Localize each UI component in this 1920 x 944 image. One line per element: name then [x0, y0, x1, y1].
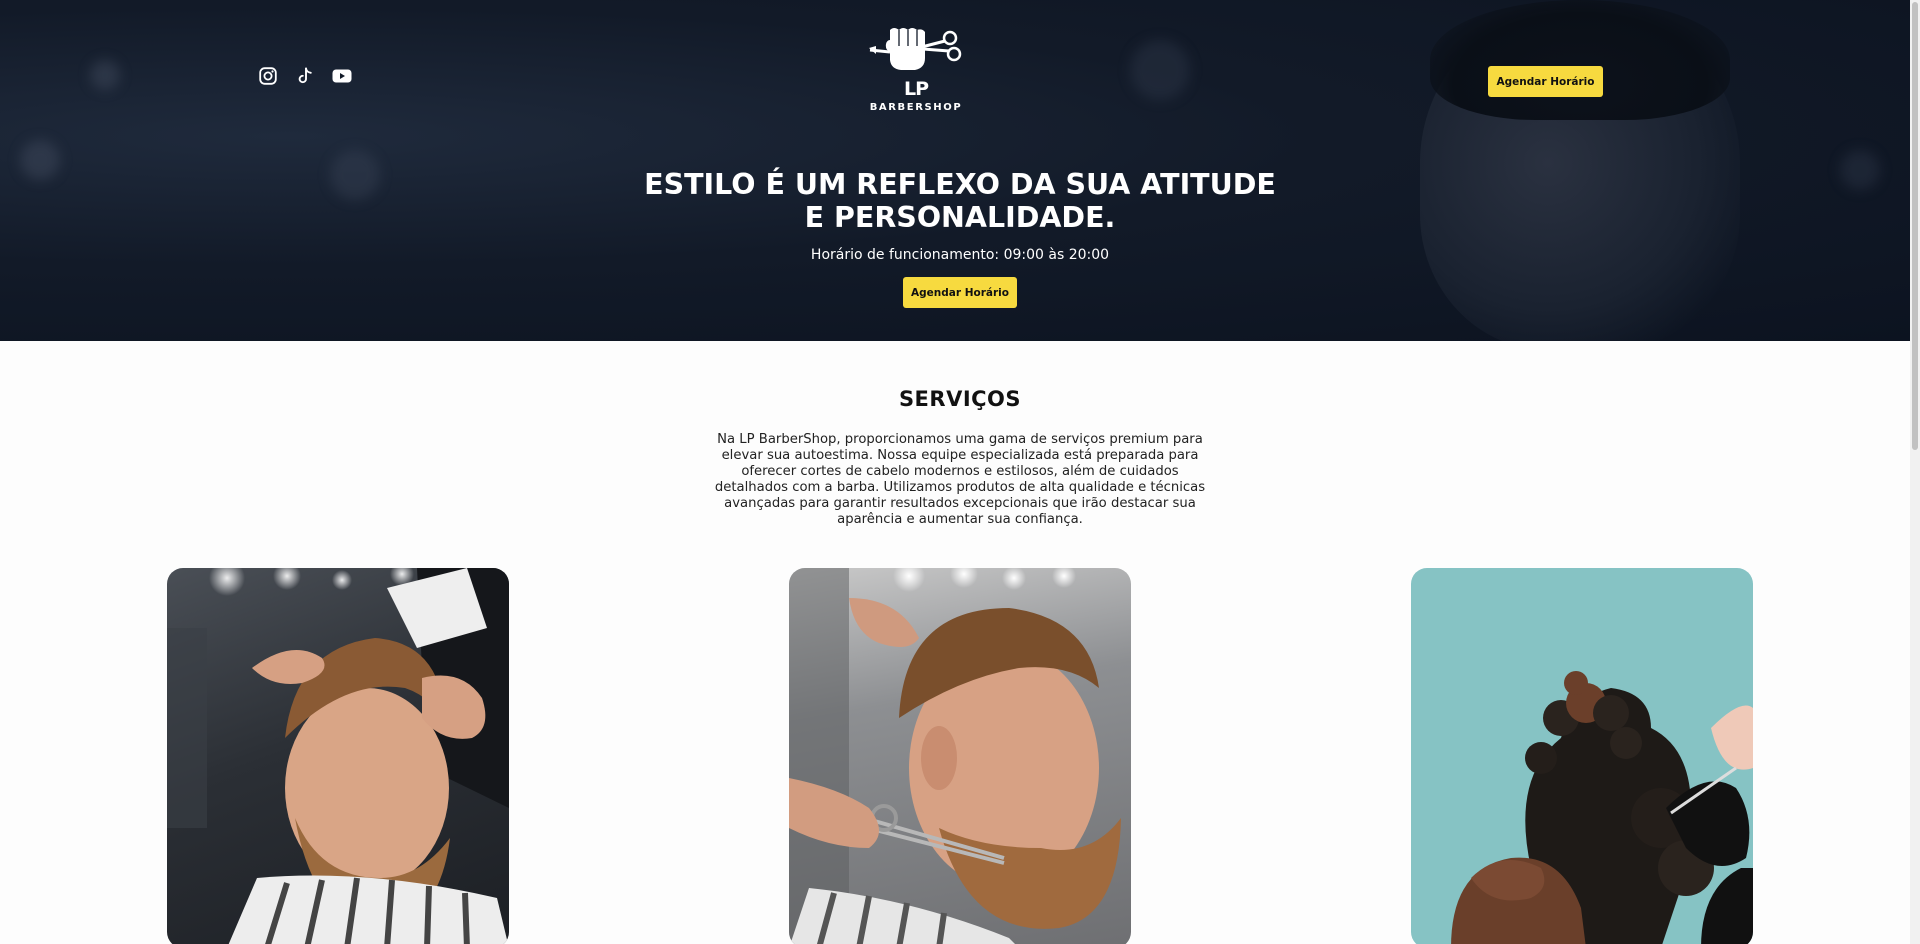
hero-title-line2: E PERSONALIDADE.	[804, 201, 1116, 234]
tiktok-icon[interactable]	[295, 66, 315, 86]
service-card-beard[interactable]	[789, 568, 1131, 944]
hero-schedule-button[interactable]: Agendar Horário	[903, 277, 1017, 308]
logo-title: LP	[903, 78, 929, 100]
logo-subtitle: BARBERSHOP	[869, 102, 963, 113]
logo[interactable]: LP BARBERSHOP	[866, 24, 966, 116]
service-photo-beard	[789, 568, 1121, 944]
service-card-haircut[interactable]	[167, 568, 509, 944]
scrollbar[interactable]	[1910, 0, 1920, 944]
header-schedule-button[interactable]: Agendar Horário	[1488, 66, 1603, 97]
instagram-icon[interactable]	[258, 66, 278, 86]
bokeh-light	[1130, 40, 1190, 100]
hero-section: LP BARBERSHOP Agendar Horário ESTILO É U…	[0, 0, 1920, 341]
service-photo-haircut	[167, 568, 509, 944]
fist-scissors-icon	[869, 28, 962, 70]
hero-title-line1: ESTILO É UM REFLEXO DA SUA ATITUDE	[644, 168, 1276, 201]
opening-hours: Horário de funcionamento: 09:00 às 20:00	[810, 247, 1110, 263]
service-card-styling[interactable]	[1411, 568, 1753, 944]
social-links	[258, 66, 352, 86]
service-photo-styling	[1451, 671, 1753, 944]
scrollbar-thumb[interactable]	[1912, 2, 1918, 450]
youtube-icon[interactable]	[332, 66, 352, 86]
bokeh-light	[330, 150, 380, 200]
hero-title: ESTILO É UM REFLEXO DA SUA ATITUDE E PER…	[560, 168, 1360, 234]
services-title: SERVIÇOS	[898, 387, 1022, 411]
bokeh-light	[1840, 150, 1880, 190]
hero-background-hair	[1430, 0, 1730, 120]
bokeh-light	[20, 140, 60, 180]
services-description: Na LP BarberShop, proporcionamos uma gam…	[714, 432, 1206, 527]
bokeh-light	[90, 60, 120, 90]
